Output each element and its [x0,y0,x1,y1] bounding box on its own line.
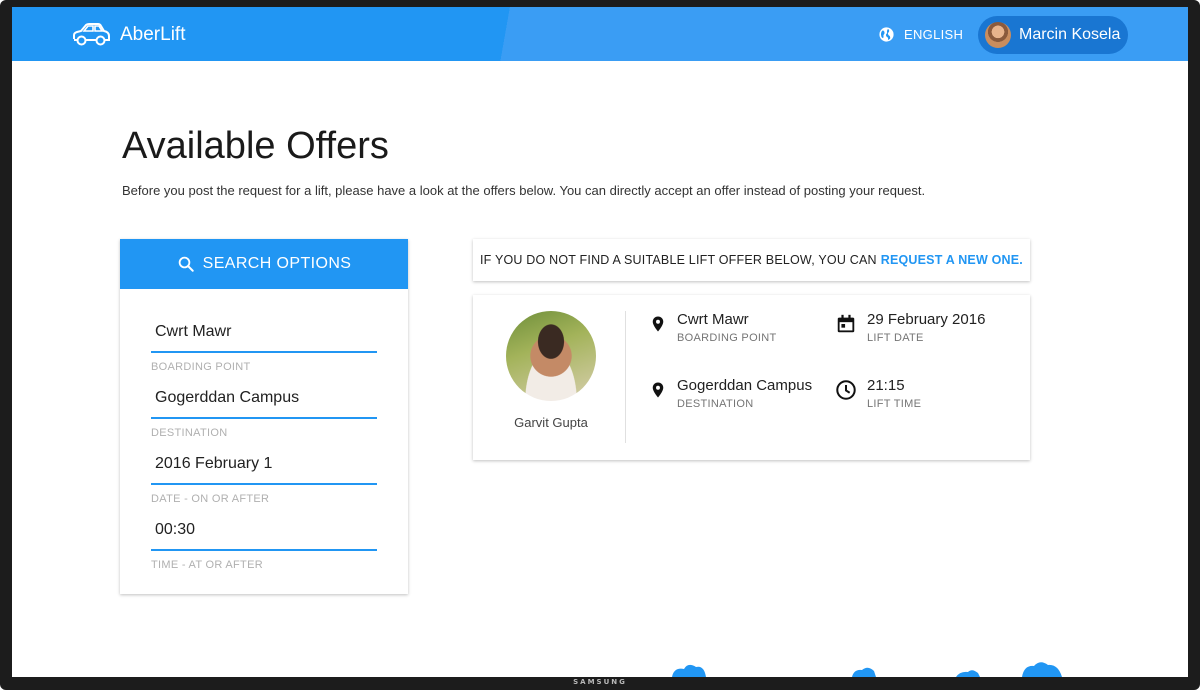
offer-date-value: 29 February 2016 [867,311,986,328]
decorative-trees [672,662,1062,677]
app-name: AberLift [120,24,186,45]
language-selector[interactable]: ENGLISH [878,26,963,43]
request-notice: IF YOU DO NOT FIND A SUITABLE LIFT OFFER… [473,239,1030,281]
app-logo[interactable]: AberLift [70,21,185,49]
search-icon [178,256,194,272]
calendar-icon [837,314,855,333]
screen: AberLift ENGLISH Marcin Kosela Available… [12,7,1188,677]
offer-date-label: LIFT DATE [867,332,924,344]
offer-destination-label: DESTINATION [677,398,754,410]
offer-destination-value: Gogerddan Campus [677,377,813,394]
avatar [985,22,1011,48]
page-title: Available Offers [122,125,389,167]
offer-date: 29 February 2016 LIFT DATE [835,311,985,344]
boarding-point-input[interactable]: Cwrt Mawr [151,309,377,353]
driver-avatar [506,311,596,401]
date-field: 2016 February 1 DATE - ON OR AFTER [151,441,377,505]
car-icon [73,23,110,46]
notice-text: IF YOU DO NOT FIND A SUITABLE LIFT OFFER… [479,253,877,267]
boarding-point-label: BOARDING POINT [151,361,251,373]
date-label: DATE - ON OR AFTER [151,493,270,505]
user-name: Marcin Kosela [1019,26,1121,43]
driver-name: Garvit Gupta [514,415,588,430]
user-menu[interactable]: Marcin Kosela [978,16,1128,54]
request-new-link[interactable]: REQUEST A NEW ONE. [881,253,1023,267]
time-field: 00:30 TIME - AT OR AFTER [151,507,377,571]
offer-divider [625,311,626,443]
offer-destination: Gogerddan Campus DESTINATION [649,377,812,410]
offer-boarding-value: Cwrt Mawr [677,311,749,328]
location-pin-icon [652,316,664,332]
date-input[interactable]: 2016 February 1 [151,441,377,485]
globe-icon [879,27,894,42]
clock-icon [836,380,856,400]
time-input[interactable]: 00:30 [151,507,377,551]
destination-label: DESTINATION [151,427,228,439]
location-pin-icon [652,382,664,398]
offer-time: 21:15 LIFT TIME [835,377,921,410]
offer-time-label: LIFT TIME [867,398,922,410]
search-options-header[interactable]: SEARCH OPTIONS [120,239,408,289]
offer-boarding: Cwrt Mawr BOARDING POINT [649,311,777,344]
offer-card[interactable]: Garvit Gupta Cwrt Mawr BOARDING POINT Go… [473,295,1030,460]
language-label: ENGLISH [904,27,964,42]
destination-field: Gogerddan Campus DESTINATION [151,375,377,439]
tv-brand-label: SAMSUNG [573,678,627,686]
search-options-title: SEARCH OPTIONS [202,255,352,272]
offer-time-value: 21:15 [867,377,905,394]
top-app-bar: AberLift ENGLISH Marcin Kosela [12,7,1188,61]
tv-frame: AberLift ENGLISH Marcin Kosela Available… [0,0,1200,690]
page-subtitle: Before you post the request for a lift, … [122,183,926,198]
boarding-point-field: Cwrt Mawr BOARDING POINT [151,309,377,373]
offer-boarding-label: BOARDING POINT [677,332,777,344]
search-options-card: SEARCH OPTIONS Cwrt Mawr BOARDING POINT … [120,239,408,594]
destination-input[interactable]: Gogerddan Campus [151,375,377,419]
time-label: TIME - AT OR AFTER [151,559,263,571]
